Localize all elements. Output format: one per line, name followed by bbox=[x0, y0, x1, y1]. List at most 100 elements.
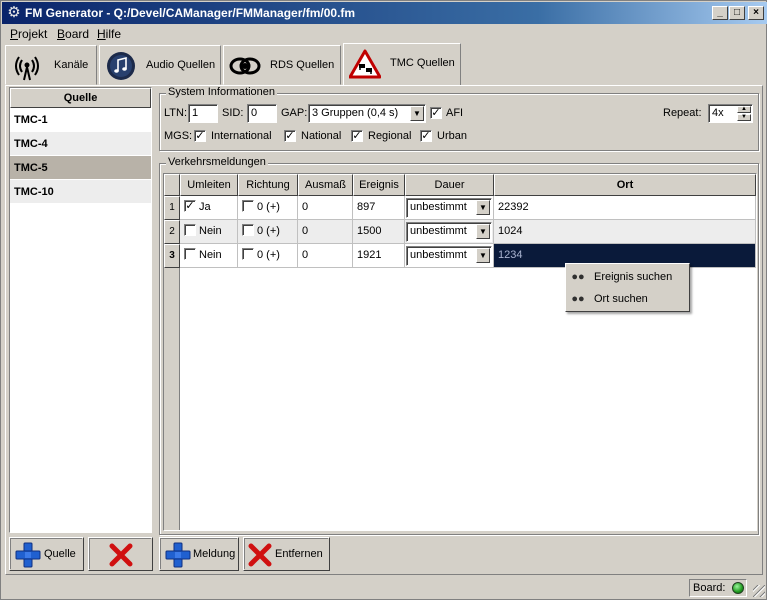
row-header[interactable]: 3 bbox=[164, 244, 180, 268]
sid-input[interactable]: 0 bbox=[247, 104, 277, 123]
add-source-button[interactable]: Quelle bbox=[9, 537, 84, 571]
source-list[interactable]: Quelle TMC-1 TMC-4 TMC-5 TMC-10 bbox=[9, 87, 152, 533]
tab-audio-quellen[interactable]: Audio Quellen bbox=[99, 45, 221, 85]
mgs-urban-checkbox[interactable]: ✓ bbox=[420, 130, 432, 142]
remove-message-label: Entfernen bbox=[275, 548, 323, 560]
mgs-national-checkbox[interactable]: ✓ bbox=[284, 130, 296, 142]
chevron-down-icon[interactable]: ▼ bbox=[476, 224, 490, 239]
dauer-value: unbestimmt bbox=[410, 201, 467, 213]
menu-hilfe[interactable]: Hilfe bbox=[97, 27, 121, 41]
row-header[interactable]: 1 bbox=[164, 196, 180, 220]
maximize-button[interactable]: □ bbox=[729, 6, 745, 20]
context-menu: ●● Ereignis suchen ●● Ort suchen bbox=[565, 263, 690, 312]
dauer-select[interactable]: unbestimmt ▼ bbox=[406, 198, 492, 218]
cell-dauer[interactable]: unbestimmt ▼ bbox=[405, 220, 494, 244]
cell-dauer[interactable]: unbestimmt ▼ bbox=[405, 196, 494, 220]
column-header-ereignis[interactable]: Ereignis bbox=[353, 174, 405, 196]
dauer-select[interactable]: unbestimmt ▼ bbox=[406, 246, 492, 266]
afi-checkbox[interactable]: ✓ bbox=[430, 107, 442, 119]
umleiten-checkbox[interactable] bbox=[184, 224, 196, 237]
richtung-value: 0 (+) bbox=[257, 249, 280, 261]
richtung-checkbox[interactable] bbox=[242, 248, 254, 261]
ltn-input[interactable]: 1 bbox=[188, 104, 218, 123]
cell-ausmass[interactable]: 0 bbox=[298, 244, 353, 268]
mgs-regional-checkbox[interactable]: ✓ bbox=[351, 130, 363, 142]
chevron-down-icon[interactable]: ▼ bbox=[410, 106, 424, 121]
repeat-value: 4x bbox=[712, 107, 724, 119]
cell-ereignis[interactable]: 1500 bbox=[353, 220, 405, 244]
menu-board[interactable]: Board bbox=[57, 27, 89, 41]
source-item-selected[interactable]: TMC-5 bbox=[10, 156, 151, 180]
mgs-label: MGS: bbox=[164, 130, 193, 142]
repeat-spinbox[interactable]: 4x ▲ ▼ bbox=[708, 104, 753, 123]
traffic-warning-icon bbox=[349, 49, 381, 79]
tab-rds-quellen[interactable]: RDS Quellen bbox=[223, 45, 341, 85]
sid-label: SID: bbox=[222, 107, 244, 119]
spin-down-icon[interactable]: ▼ bbox=[737, 114, 751, 121]
resize-grip-icon[interactable] bbox=[753, 585, 765, 597]
tab-tmc-label: TMC Quellen bbox=[390, 57, 455, 69]
cell-umleiten[interactable]: Nein bbox=[180, 244, 238, 268]
richtung-value: 0 (+) bbox=[257, 201, 280, 213]
cell-richtung[interactable]: 0 (+) bbox=[238, 220, 298, 244]
menu-item-ort-suchen[interactable]: ●● Ort suchen bbox=[570, 289, 686, 309]
dauer-select[interactable]: unbestimmt ▼ bbox=[406, 222, 492, 242]
cell-umleiten[interactable]: ✓ Ja bbox=[180, 196, 238, 220]
source-item[interactable]: TMC-1 bbox=[10, 108, 151, 132]
title-bar[interactable]: ⚙ FM Generator - Q:/Devel/CAManager/FMMa… bbox=[2, 2, 767, 24]
source-item[interactable]: TMC-10 bbox=[10, 180, 151, 204]
column-header-ort[interactable]: Ort bbox=[494, 174, 756, 196]
tab-tmc-quellen[interactable]: TMC Quellen bbox=[343, 43, 461, 85]
menu-bar: Projekt Board Hilfe bbox=[2, 24, 767, 43]
richtung-checkbox[interactable] bbox=[242, 224, 254, 237]
cell-ausmass[interactable]: 0 bbox=[298, 220, 353, 244]
system-info-legend: System Informationen bbox=[166, 86, 277, 98]
tab-rds-label: RDS Quellen bbox=[270, 59, 335, 71]
cell-ereignis[interactable]: 897 bbox=[353, 196, 405, 220]
board-label: Board: bbox=[693, 582, 726, 594]
gap-label: GAP: bbox=[281, 107, 308, 119]
umleiten-checkbox[interactable]: ✓ bbox=[184, 200, 196, 213]
main-window: ⚙ FM Generator - Q:/Devel/CAManager/FMMa… bbox=[0, 0, 767, 600]
messages-table[interactable]: Umleiten Richtung Ausmaß Ereignis Dauer … bbox=[163, 173, 757, 531]
richtung-checkbox[interactable] bbox=[242, 200, 254, 213]
afi-label: AFI bbox=[446, 107, 464, 119]
column-header-dauer[interactable]: Dauer bbox=[405, 174, 494, 196]
menu-projekt[interactable]: Projekt bbox=[10, 27, 47, 41]
umleiten-checkbox[interactable] bbox=[184, 248, 196, 261]
minimize-button[interactable]: _ bbox=[712, 6, 728, 20]
menu-item-ereignis-suchen[interactable]: ●● Ereignis suchen bbox=[570, 267, 686, 287]
gap-select[interactable]: 3 Gruppen (0,4 s) ▼ bbox=[308, 104, 426, 123]
cell-richtung[interactable]: 0 (+) bbox=[238, 196, 298, 220]
add-message-button[interactable]: Meldung bbox=[159, 537, 239, 571]
ltn-label: LTN: bbox=[164, 107, 188, 119]
richtung-value: 0 (+) bbox=[257, 225, 280, 237]
add-message-label: Meldung bbox=[193, 548, 236, 560]
cell-ort[interactable]: 1024 bbox=[494, 220, 756, 244]
board-status: Board: bbox=[689, 579, 747, 597]
cell-ereignis[interactable]: 1921 bbox=[353, 244, 405, 268]
source-list-header[interactable]: Quelle bbox=[10, 88, 151, 108]
source-item[interactable]: TMC-4 bbox=[10, 132, 151, 156]
cell-umleiten[interactable]: Nein bbox=[180, 220, 238, 244]
cell-richtung[interactable]: 0 (+) bbox=[238, 244, 298, 268]
column-header-richtung[interactable]: Richtung bbox=[238, 174, 298, 196]
chevron-down-icon[interactable]: ▼ bbox=[476, 200, 490, 215]
row-header[interactable]: 2 bbox=[164, 220, 180, 244]
chevron-down-icon[interactable]: ▼ bbox=[476, 248, 490, 263]
board-led-icon bbox=[732, 582, 744, 594]
umleiten-value: Ja bbox=[199, 201, 211, 213]
cell-ausmass[interactable]: 0 bbox=[298, 196, 353, 220]
tab-kanaele-label: Kanäle bbox=[54, 59, 89, 71]
cell-dauer[interactable]: unbestimmt ▼ bbox=[405, 244, 494, 268]
menu-item-label: Ort suchen bbox=[594, 293, 648, 305]
mgs-international-checkbox[interactable]: ✓ bbox=[194, 130, 206, 142]
column-header-umleiten[interactable]: Umleiten bbox=[180, 174, 238, 196]
close-button[interactable]: × bbox=[748, 6, 764, 20]
remove-message-button[interactable]: Entfernen bbox=[243, 537, 330, 571]
cell-ort[interactable]: 22392 bbox=[494, 196, 756, 220]
spin-up-icon[interactable]: ▲ bbox=[737, 106, 751, 113]
delete-source-button[interactable] bbox=[88, 537, 153, 571]
column-header-ausmass[interactable]: Ausmaß bbox=[298, 174, 353, 196]
tab-kanaele[interactable]: Kanäle bbox=[5, 45, 97, 85]
